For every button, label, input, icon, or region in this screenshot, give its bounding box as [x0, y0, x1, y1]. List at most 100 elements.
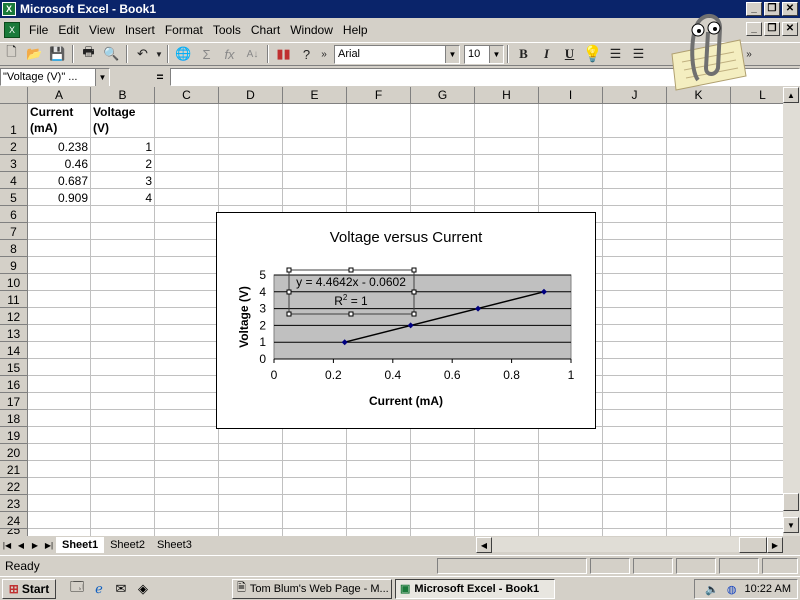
first-sheet-icon[interactable]: |◀ — [0, 538, 14, 552]
row-header[interactable]: 7 — [0, 223, 28, 240]
outlook-icon[interactable]: ✉ — [112, 580, 130, 598]
undo-dropdown-icon[interactable]: ▼ — [154, 43, 164, 65]
minimize-button[interactable]: _ — [746, 2, 762, 16]
toolbar-more-icon[interactable]: » — [318, 43, 330, 65]
y-axis-label[interactable]: Voltage (V) — [237, 286, 251, 348]
channels-icon[interactable]: ◈ — [134, 580, 152, 598]
italic-button[interactable]: I — [535, 43, 558, 65]
menu-file[interactable]: File — [24, 23, 53, 37]
restore-button[interactable]: ❐ — [764, 2, 780, 16]
cell-b2[interactable]: 1 — [145, 140, 152, 154]
sheet-tab-sheet3[interactable]: Sheet3 — [151, 537, 198, 553]
save-icon[interactable]: 💾 — [46, 43, 69, 65]
row-header[interactable]: 12 — [0, 308, 28, 325]
column-header-e[interactable]: E — [283, 87, 347, 104]
font-size-select[interactable]: 10 ▼ — [464, 44, 504, 64]
print-preview-icon[interactable]: 🔍 — [100, 43, 123, 65]
column-header-f[interactable]: F — [347, 87, 411, 104]
x-axis-label[interactable]: Current (mA) — [369, 394, 443, 408]
cell-b1-line2[interactable]: (V) — [93, 121, 109, 135]
row-header[interactable]: 16 — [0, 376, 28, 393]
help-icon[interactable]: ? — [295, 43, 318, 65]
row-header[interactable]: 1 — [0, 104, 28, 138]
column-header-h[interactable]: H — [475, 87, 539, 104]
hyperlink-icon[interactable]: 🌐 — [172, 43, 195, 65]
sheet-tab-sheet1[interactable]: Sheet1 — [56, 537, 105, 553]
chart-wizard-icon[interactable]: ▮▮ — [272, 43, 295, 65]
row-header[interactable]: 14 — [0, 342, 28, 359]
menu-tools[interactable]: Tools — [208, 23, 246, 37]
show-desktop-icon[interactable]: 🗔 — [68, 579, 86, 598]
excel-app-icon[interactable]: X — [2, 2, 16, 16]
doc-restore-button[interactable]: ❐ — [764, 22, 780, 36]
doc-close-button[interactable]: ✕ — [782, 22, 798, 36]
cell-b5[interactable]: 4 — [145, 191, 152, 205]
chart-object[interactable]: Voltage versus Current 0 1 2 3 4 5 0 0.2 0.4 0.6… — [216, 212, 596, 429]
function-icon[interactable]: fx — [218, 43, 241, 65]
row-header[interactable]: 22 — [0, 478, 28, 495]
chevron-down-icon[interactable]: ▼ — [489, 45, 503, 63]
doc-minimize-button[interactable]: _ — [746, 22, 762, 36]
cell-a1-line1[interactable]: Current — [30, 105, 73, 119]
row-header[interactable]: 18 — [0, 410, 28, 427]
column-header-b[interactable]: B — [91, 87, 155, 104]
column-header-i[interactable]: I — [539, 87, 603, 104]
menu-view[interactable]: View — [84, 23, 120, 37]
selection-handle[interactable] — [286, 267, 292, 273]
row-header[interactable]: 19 — [0, 427, 28, 444]
row-header[interactable]: 24 — [0, 512, 28, 529]
menu-format[interactable]: Format — [160, 23, 208, 37]
row-header[interactable]: 5 — [0, 189, 28, 206]
menu-edit[interactable]: Edit — [53, 23, 84, 37]
worksheet-grid[interactable]: A B C D E F G H I J K L 1 2 3 4 5 6 7 8 … — [0, 87, 783, 536]
workbook-icon[interactable]: X — [4, 22, 20, 38]
row-header[interactable]: 3 — [0, 155, 28, 172]
chevron-down-icon[interactable]: ▼ — [95, 69, 109, 86]
selection-handle[interactable] — [286, 289, 292, 295]
font-name-select[interactable]: Arial ▼ — [334, 44, 460, 64]
menu-chart[interactable]: Chart — [246, 23, 285, 37]
cell-b1-line1[interactable]: Voltage — [93, 105, 135, 119]
cell-a3[interactable]: 0.46 — [65, 157, 88, 171]
menu-help[interactable]: Help — [338, 23, 373, 37]
cell-a5[interactable]: 0.909 — [58, 191, 88, 205]
selection-handle[interactable] — [411, 289, 417, 295]
menu-window[interactable]: Window — [285, 23, 338, 37]
new-file-icon[interactable]: 🗋 — [0, 43, 23, 65]
internet-explorer-icon[interactable]: ℯ — [90, 580, 108, 598]
last-sheet-icon[interactable]: ▶| — [42, 538, 56, 552]
prev-sheet-icon[interactable]: ◀ — [14, 538, 28, 552]
bold-button[interactable]: B — [512, 43, 535, 65]
chevron-down-icon[interactable]: ▼ — [445, 45, 459, 63]
underline-button[interactable]: U — [558, 43, 581, 65]
row-header[interactable]: 15 — [0, 359, 28, 376]
name-box[interactable]: "Voltage (V)" ... ▼ — [0, 68, 110, 86]
row-header[interactable]: 20 — [0, 444, 28, 461]
network-icon[interactable]: ◍ — [727, 583, 737, 596]
row-header[interactable]: 9 — [0, 257, 28, 274]
row-header[interactable]: 10 — [0, 274, 28, 291]
cell-a4[interactable]: 0.687 — [58, 174, 88, 188]
close-button[interactable]: ✕ — [782, 2, 798, 16]
column-header-a[interactable]: A — [28, 87, 91, 104]
horizontal-scrollbar[interactable]: ◀ ▶ — [476, 537, 783, 553]
lightbulb-icon[interactable]: 💡 — [581, 43, 604, 65]
align-right-icon[interactable]: ☰ — [627, 43, 650, 65]
chart-title[interactable]: Voltage versus Current — [330, 229, 483, 246]
row-header[interactable]: 6 — [0, 206, 28, 223]
office-assistant-clippy[interactable] — [668, 10, 748, 92]
align-center-icon[interactable]: ☰ — [604, 43, 627, 65]
selection-handle[interactable] — [411, 311, 417, 317]
selection-handle[interactable] — [348, 267, 354, 273]
row-header[interactable]: 25 — [0, 529, 28, 536]
print-icon[interactable]: 🖶 — [77, 43, 100, 65]
row-header[interactable]: 23 — [0, 495, 28, 512]
open-folder-icon[interactable]: 📂 — [23, 43, 46, 65]
task-button-excel[interactable]: ▣ Microsoft Excel - Book1 — [395, 578, 555, 599]
formula-equals[interactable]: = — [150, 70, 170, 84]
scroll-right-icon[interactable]: ▶ — [767, 537, 783, 553]
row-header[interactable]: 4 — [0, 172, 28, 189]
row-header[interactable]: 17 — [0, 393, 28, 410]
undo-icon[interactable]: ↶ — [131, 43, 154, 65]
column-header-d[interactable]: D — [219, 87, 283, 104]
